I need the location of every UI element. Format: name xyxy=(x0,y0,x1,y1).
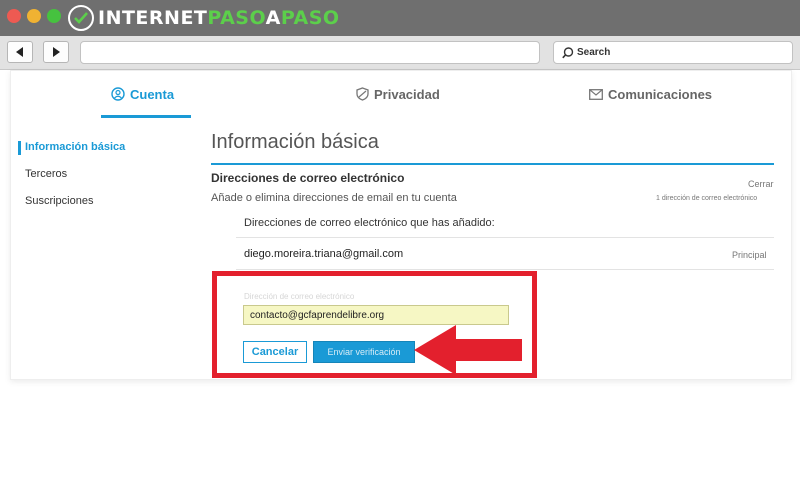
address-bar[interactable] xyxy=(80,41,540,64)
row-divider xyxy=(236,269,774,270)
primary-email-badge: Principal xyxy=(732,250,767,260)
arrow-right-icon xyxy=(53,47,60,57)
tab-comunicaciones[interactable]: Comunicaciones xyxy=(589,79,712,109)
back-button[interactable] xyxy=(7,41,33,63)
checkmark-icon xyxy=(68,5,94,31)
user-circle-icon xyxy=(111,87,125,101)
email-address: diego.moreira.triana@gmail.com xyxy=(244,248,404,260)
search-icon xyxy=(562,46,574,58)
tab-label: Cuenta xyxy=(130,86,175,102)
section-heading: Direcciones de correo electrónico xyxy=(211,171,405,185)
site-logo: INTERNETPASOAPASO xyxy=(68,4,340,32)
sidebar-item-informacion-basica[interactable]: Información básica xyxy=(25,141,125,153)
page-title: Información básica xyxy=(211,131,379,153)
envelope-icon xyxy=(589,88,603,100)
maximize-window-button[interactable] xyxy=(47,9,61,23)
annotation-arrow-icon xyxy=(414,325,522,375)
logo-text: INTERNETPASOAPASO xyxy=(98,7,340,29)
tab-label: Comunicaciones xyxy=(608,86,713,102)
browser-titlebar: INTERNETPASOAPASO xyxy=(0,0,800,36)
arrow-left-icon xyxy=(16,47,23,57)
tab-privacidad[interactable]: Privacidad xyxy=(356,79,440,109)
tab-cuenta[interactable]: Cuenta xyxy=(111,79,174,109)
email-count: 1 dirección de correo electrónico xyxy=(656,195,758,202)
added-emails-label: Direcciones de correo electrónico que ha… xyxy=(244,217,495,229)
active-tab-indicator xyxy=(101,115,191,118)
tab-label: Privacidad xyxy=(374,86,440,102)
minimize-window-button[interactable] xyxy=(27,9,41,23)
section-description: Añade o elimina direcciones de email en … xyxy=(211,192,457,204)
forward-button[interactable] xyxy=(43,41,69,63)
search-placeholder: Search xyxy=(577,47,611,58)
sidebar-item-terceros[interactable]: Terceros xyxy=(25,168,67,180)
title-divider xyxy=(211,163,774,165)
sidebar-item-suscripciones[interactable]: Suscripciones xyxy=(25,195,93,207)
row-divider xyxy=(236,237,774,238)
shield-icon xyxy=(356,87,369,101)
close-window-button[interactable] xyxy=(7,9,21,23)
search-bar[interactable]: Search xyxy=(553,41,793,64)
sidebar-active-indicator xyxy=(18,141,21,155)
close-section-link[interactable]: Cerrar xyxy=(748,179,774,189)
browser-toolbar: Search xyxy=(0,36,800,70)
